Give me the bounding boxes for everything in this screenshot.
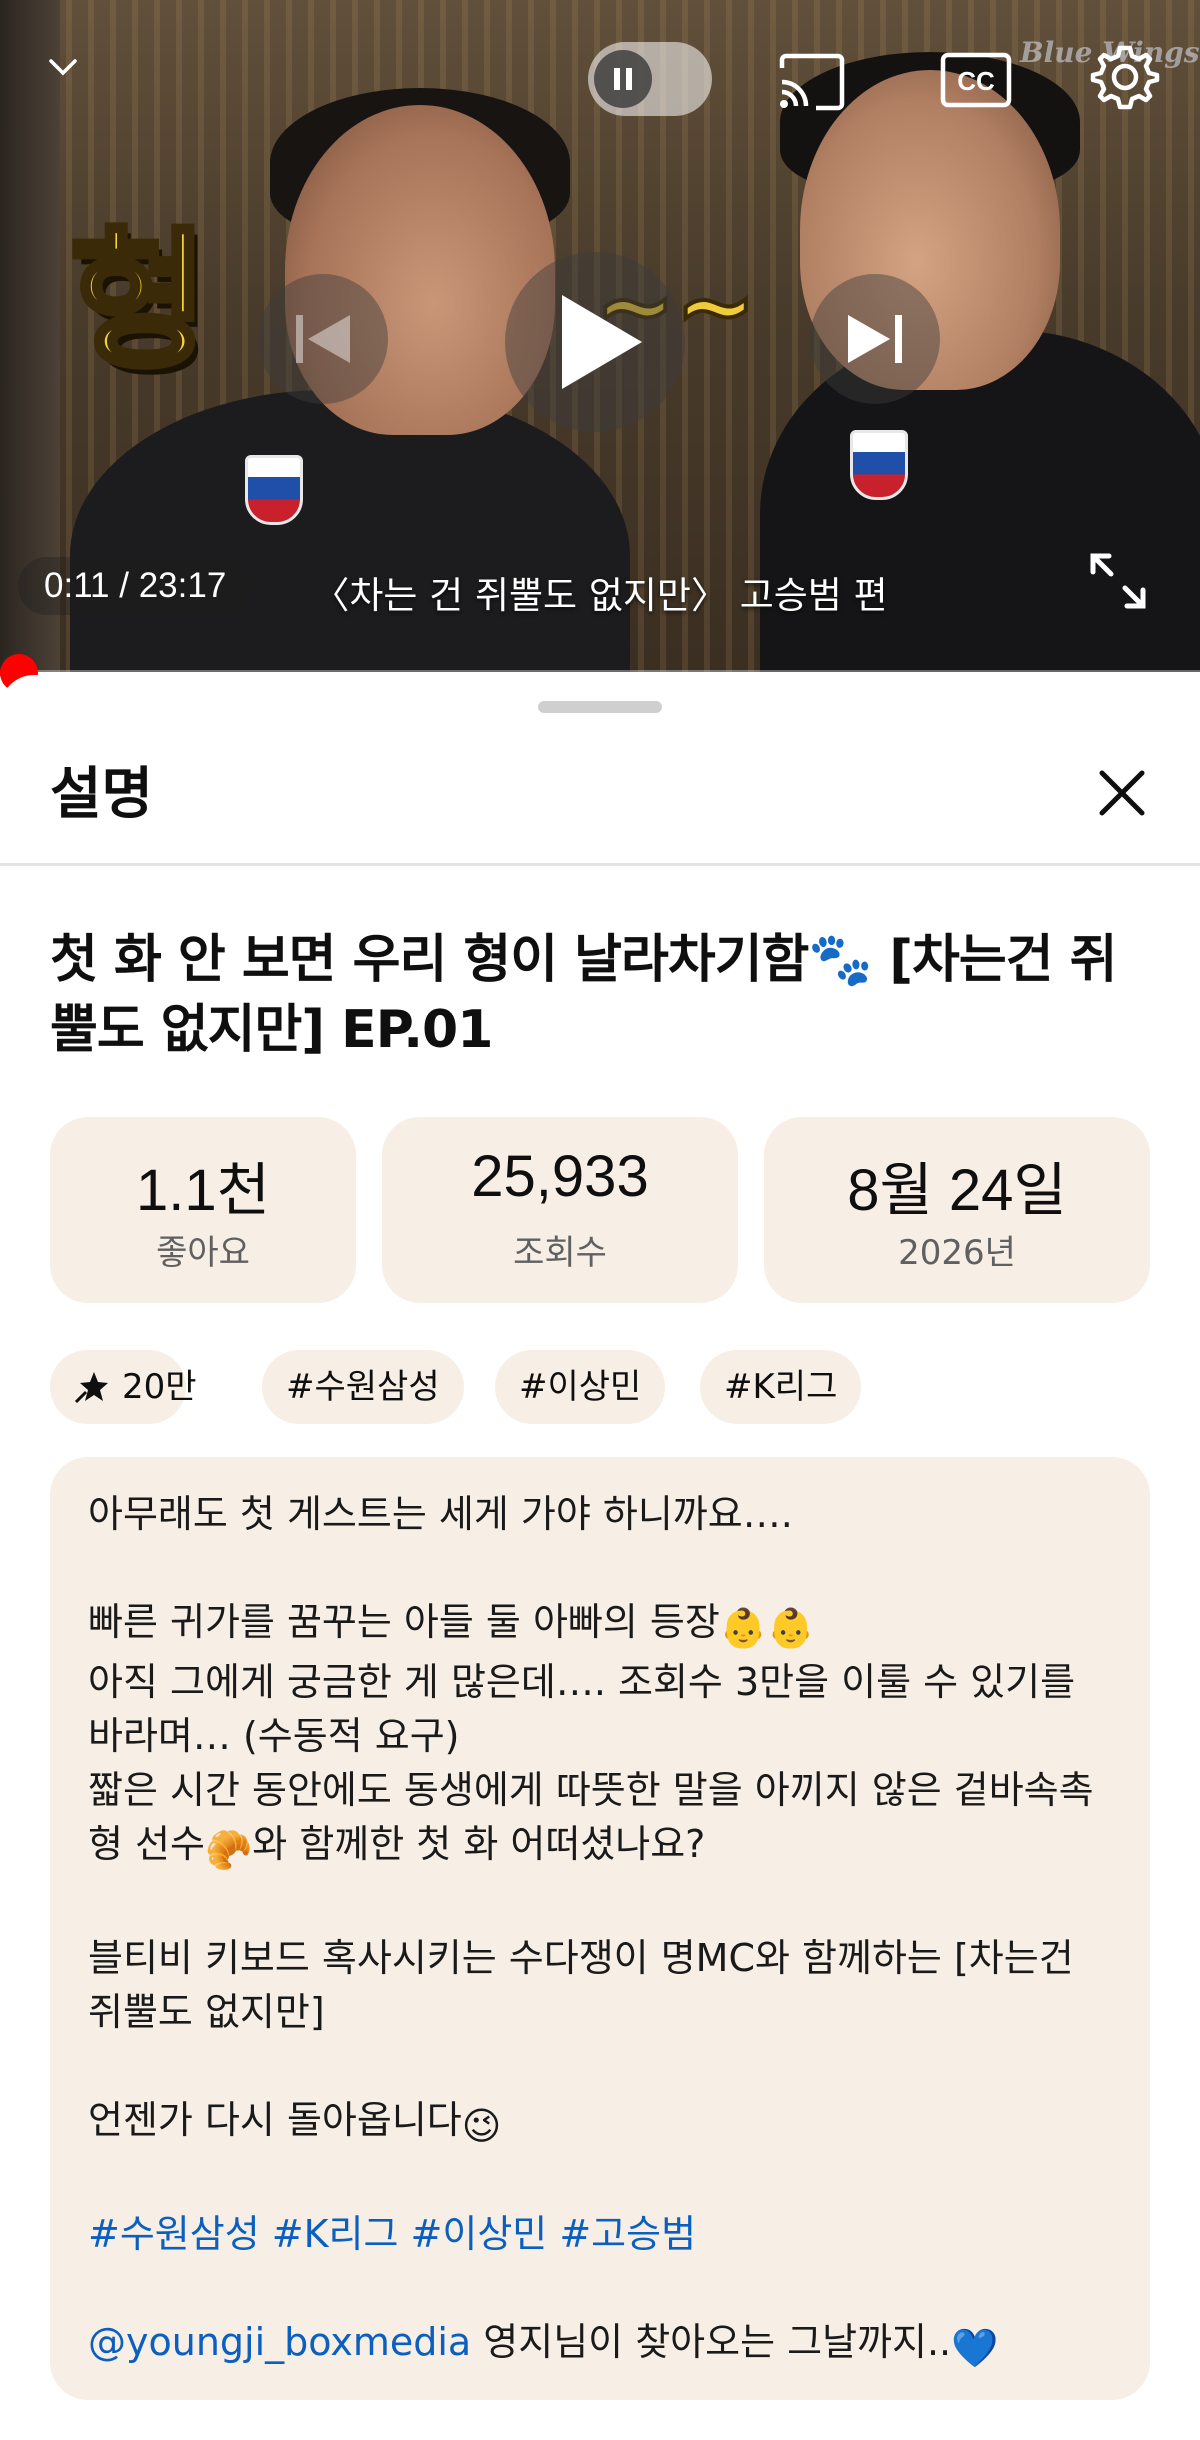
play-button[interactable] — [505, 252, 685, 432]
date-year: 2026년 — [898, 1233, 1016, 1273]
wink-emoji-icon: 😉 — [461, 2104, 502, 2148]
cast-icon[interactable] — [776, 52, 848, 112]
description-line: 블티비 키보드 혹사시키는 수다쟁이 명MC와 함께하는 [차는건 쥐뿔도 없지… — [88, 1936, 1074, 2034]
promo-chip[interactable]: 20만 — [50, 1350, 197, 1424]
description-text: 아무래도 첫 게스트는 세게 가야 하니까요…. 빠른 귀가를 꿈꾸는 아들 둘… — [88, 1487, 1118, 2375]
previous-button[interactable] — [258, 274, 388, 404]
pause-icon — [594, 50, 652, 108]
description-line: 언젠가 다시 돌아옵니다😉 — [88, 2093, 1118, 2153]
mention-link[interactable]: @youngji_boxmedia — [88, 2320, 471, 2364]
drag-handle[interactable] — [538, 701, 662, 713]
promo-chip-label: 20만 — [122, 1367, 197, 1407]
next-button[interactable] — [810, 274, 940, 404]
club-crest-icon — [850, 430, 908, 500]
hashtag-chip[interactable]: #K리그 — [700, 1350, 862, 1424]
description-line: 빠른 귀가를 꿈꾸는 아들 둘 아빠의 등장👶👶 — [88, 1595, 1118, 1655]
chevron-down-icon[interactable] — [48, 52, 78, 82]
date-stat: 8월 24일 2026년 — [764, 1117, 1150, 1303]
description-line: 아무래도 첫 게스트는 세게 가야 하니까요…. — [88, 1492, 793, 1536]
blue-heart-emoji-icon: 💙 — [951, 2326, 999, 2370]
club-crest-icon — [245, 455, 303, 525]
hashtag-links[interactable]: #수원삼성 #K리그 #이상민 #고승범 — [88, 2207, 1118, 2261]
next-icon — [848, 315, 902, 363]
fullscreen-icon[interactable] — [1085, 548, 1151, 614]
description-box: 아무래도 첫 게스트는 세게 가야 하니까요…. 빠른 귀가를 꿈꾸는 아들 둘… — [50, 1457, 1150, 2400]
person-left-shirt — [70, 390, 630, 672]
baby-emoji-icon: 👶 — [719, 1606, 768, 1650]
video-caption: 〈차는 건 쥐뿔도 없지만〉 고승범 편 — [312, 574, 888, 617]
previous-icon — [296, 315, 350, 363]
likes-stat: 1.1천 좋아요 — [50, 1117, 356, 1303]
description-line: @youngji_boxmedia 영지님이 찾아오는 그날까지..💙 — [88, 2315, 1118, 2375]
croissant-emoji-icon: 🥐 — [204, 1828, 253, 1872]
description-line: 짧은 시간 동안에도 동생에게 따뜻한 말을 아끼지 않은 겉바속촉형 선수🥐와… — [88, 1763, 1118, 1877]
video-title: 첫 화 안 보면 우리 형이 날라차기함🐾 [차는건 쥐뿔도 없지만] EP.0… — [50, 930, 1117, 1060]
description-sheet: 설명 첫 화 안 보면 우리 형이 날라차기함🐾 [차는건 쥐뿔도 없지만] E… — [0, 675, 1200, 2440]
sheet-header: 설명 — [0, 713, 1200, 866]
sheet-title: 설명 — [50, 762, 154, 827]
views-stat: 25,933 조회수 — [382, 1117, 738, 1303]
views-value: 25,933 — [471, 1144, 649, 1209]
views-label: 조회수 — [513, 1233, 607, 1273]
autoplay-toggle[interactable] — [588, 42, 712, 116]
close-icon[interactable] — [1094, 765, 1150, 821]
likes-value: 1.1천 — [136, 1158, 270, 1223]
description-line: 아직 그에게 궁금한 게 많은데…. 조회수 3만을 이룰 수 있기를 바라며…… — [88, 1660, 1076, 1758]
svg-text:CC: CC — [957, 66, 995, 96]
hashtag-chip[interactable]: #수원삼성 — [262, 1350, 464, 1424]
video-player[interactable]: 형 ~~ CC Blue Wings 0:11 / 23:17 〈차는 건 쥐뿔… — [0, 0, 1200, 672]
gear-icon[interactable] — [1090, 42, 1160, 112]
shooting-star-icon — [74, 1372, 108, 1404]
hashtag-chip[interactable]: #이상민 — [495, 1350, 666, 1424]
baby-emoji-icon: 👶 — [767, 1606, 815, 1650]
date-value: 8월 24일 — [847, 1158, 1067, 1223]
likes-label: 좋아요 — [156, 1233, 250, 1273]
video-overlay-text: 형 — [67, 212, 211, 392]
play-icon — [562, 295, 642, 389]
closed-captions-icon[interactable]: CC — [940, 52, 1012, 108]
